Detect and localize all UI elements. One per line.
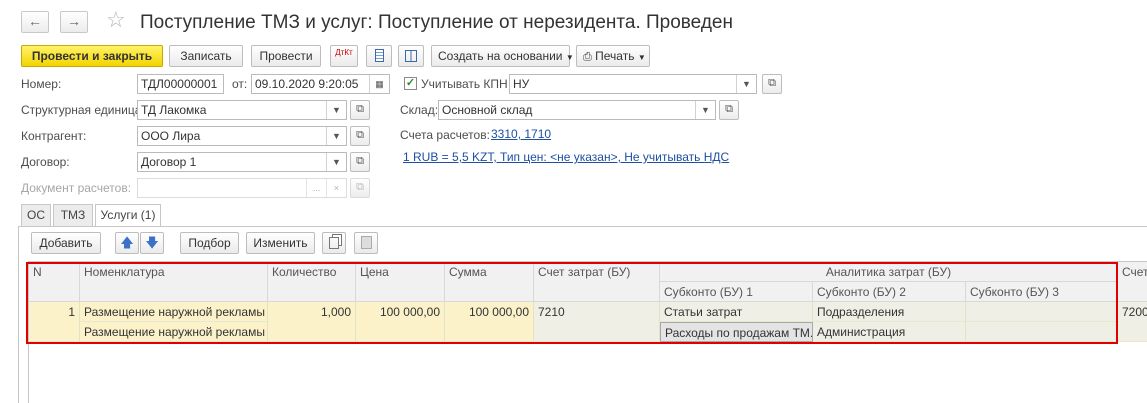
chevron-down-icon[interactable]: ▼ xyxy=(326,153,346,171)
tab-services[interactable]: Услуги (1) xyxy=(95,204,161,227)
add-button[interactable]: Добавить xyxy=(31,232,101,254)
number-field[interactable]: ТДЛ00000001 xyxy=(137,74,224,94)
kpn-checkbox[interactable]: ✓ xyxy=(404,77,417,90)
date-field[interactable]: 09.10.2020 9:20:05 ▦ xyxy=(251,74,390,94)
tab-tmz[interactable]: ТМЗ xyxy=(53,204,93,226)
contractor-field[interactable]: ООО Лира ▼ xyxy=(137,126,347,146)
arrow-left-icon: ← xyxy=(28,13,42,29)
date-value: 09.10.2020 9:20:05 xyxy=(255,77,359,91)
save-button[interactable]: Записать xyxy=(169,45,243,67)
chevron-down-icon[interactable]: ▼ xyxy=(695,101,715,119)
unit-value: ТД Лакомка xyxy=(141,103,207,117)
favorite-star-icon[interactable]: ☆ xyxy=(106,7,126,33)
kpn-select[interactable]: НУ ▼ xyxy=(509,74,757,94)
create-based-label: Создать на основании xyxy=(438,49,563,63)
pick-button[interactable]: Подбор xyxy=(180,232,239,254)
unit-field[interactable]: ТД Лакомка ▼ xyxy=(137,100,347,120)
kpn-value: НУ xyxy=(513,77,530,91)
accounts-link[interactable]: 3310, 1710 xyxy=(491,127,551,141)
print-label: Печать xyxy=(595,49,635,63)
open-icon[interactable]: ⧉ xyxy=(350,126,370,146)
contract-field[interactable]: Договор 1 ▼ xyxy=(137,152,347,172)
printer-icon: ⎙ xyxy=(583,51,592,63)
move-up-button[interactable]: 🡅 xyxy=(115,232,139,254)
dt-kt-icon: ДтКт xyxy=(335,48,353,57)
contractor-label: Контрагент: xyxy=(21,129,87,143)
report-button[interactable] xyxy=(366,45,392,67)
paste-button[interactable] xyxy=(354,232,378,254)
copy-button[interactable] xyxy=(322,232,346,254)
warehouse-label: Склад: xyxy=(400,103,439,117)
contractor-value: ООО Лира xyxy=(141,129,201,143)
paste-icon xyxy=(360,236,372,249)
open-icon[interactable]: ⧉ xyxy=(350,100,370,120)
date-label: от: xyxy=(232,77,248,91)
copy-icon xyxy=(329,237,339,249)
chevron-down-icon[interactable]: ▼ xyxy=(326,127,346,145)
post-and-close-button[interactable]: Провести и закрыть xyxy=(21,45,163,67)
move-down-button[interactable]: 🡇 xyxy=(140,232,164,254)
kpn-label: Учитывать КПН xyxy=(421,77,508,91)
unit-label: Структурная единица: xyxy=(21,103,145,117)
open-icon[interactable]: ⧉ xyxy=(719,100,739,120)
arrow-down-icon: 🡇 xyxy=(145,235,159,250)
arrow-right-icon: → xyxy=(67,13,81,29)
number-label: Номер: xyxy=(21,77,62,91)
open-icon[interactable]: ⧉ xyxy=(350,152,370,172)
chevron-down-icon: ▼ xyxy=(565,53,574,62)
warehouse-field[interactable]: Основной склад ▼ xyxy=(438,100,716,120)
clear-icon[interactable]: × xyxy=(326,179,346,197)
open-icon[interactable]: ⧉ xyxy=(350,178,370,198)
create-based-on-button[interactable]: Создать на основании ▼ xyxy=(431,45,574,67)
post-button[interactable]: Провести xyxy=(251,45,321,67)
settlement-doc-field[interactable]: ... × xyxy=(137,178,347,198)
structure-button[interactable] xyxy=(398,45,424,67)
page-title: Поступление ТМЗ и услуг: Поступление от … xyxy=(140,12,733,33)
contract-label: Договор: xyxy=(21,155,70,169)
dt-kt-button[interactable]: ДтКт xyxy=(330,45,358,67)
document-list-icon xyxy=(374,49,384,62)
forward-button[interactable]: → xyxy=(60,11,88,33)
warehouse-value: Основной склад xyxy=(442,103,533,117)
open-icon[interactable]: ⧉ xyxy=(762,74,782,94)
accounts-label: Счета расчетов: xyxy=(400,128,490,142)
chevron-down-icon: ▼ xyxy=(637,53,646,62)
header-account-cut: Счет xyxy=(1118,262,1147,302)
print-button[interactable]: ⎙ Печать ▼ xyxy=(576,45,650,67)
arrow-up-icon: 🡅 xyxy=(120,235,134,250)
back-button[interactable]: ← xyxy=(21,11,49,33)
highlight-frame xyxy=(26,262,1118,344)
hierarchy-icon xyxy=(405,50,417,62)
currency-link[interactable]: 1 RUB = 5,5 KZT, Тип цен: <не указан>, Н… xyxy=(403,150,729,164)
calendar-icon[interactable]: ▦ xyxy=(369,75,389,93)
cell-account-cut[interactable]: 7200 xyxy=(1118,302,1147,342)
chevron-down-icon[interactable]: ▼ xyxy=(326,101,346,119)
change-button[interactable]: Изменить xyxy=(246,232,315,254)
more-icon[interactable]: ... xyxy=(306,179,326,197)
settlement-doc-label: Документ расчетов: xyxy=(21,181,132,195)
chevron-down-icon[interactable]: ▼ xyxy=(736,75,756,93)
contract-value: Договор 1 xyxy=(141,155,197,169)
tab-os[interactable]: ОС xyxy=(21,204,51,226)
